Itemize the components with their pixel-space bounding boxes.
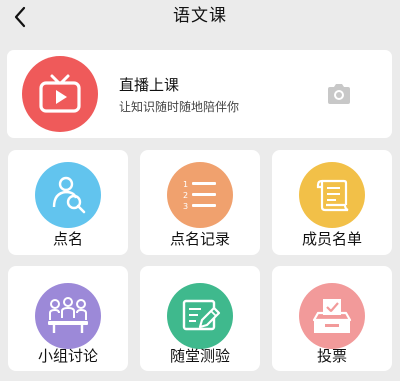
scroll-list-icon <box>299 162 365 228</box>
tile-label: 小组讨论 <box>37 347 98 365</box>
page-title: 语文课 <box>173 6 227 26</box>
tile-label: 点名记录 <box>169 230 230 248</box>
tile-member-list[interactable]: 成员名单 <box>272 150 392 255</box>
tile-label: 随堂测验 <box>169 347 230 365</box>
person-search-icon <box>35 162 101 228</box>
tv-icon <box>22 56 98 132</box>
svg-text:1: 1 <box>183 180 188 189</box>
header-bar: 语文课 <box>0 0 400 34</box>
tile-label: 成员名单 <box>301 230 362 248</box>
live-class-subtitle: 让知识随时随地陪伴你 <box>119 100 240 114</box>
live-class-title: 直播上课 <box>119 76 180 94</box>
tile-vote[interactable]: 投票 <box>272 266 392 371</box>
camera-button[interactable] <box>326 83 352 105</box>
numbered-list-icon: 1 2 3 <box>167 162 233 228</box>
camera-icon <box>328 84 350 104</box>
quiz-pen-icon <box>167 283 233 349</box>
svg-text:2: 2 <box>183 191 188 200</box>
ballot-box-icon <box>299 283 365 349</box>
group-meeting-icon <box>35 283 101 349</box>
tile-class-quiz[interactable]: 随堂测验 <box>140 266 260 371</box>
tile-roll-call[interactable]: 点名 <box>8 150 128 255</box>
tile-label: 投票 <box>316 347 347 365</box>
live-class-card[interactable]: 直播上课 让知识随时随地陪伴你 <box>7 50 392 138</box>
tile-group-discussion[interactable]: 小组讨论 <box>8 266 128 371</box>
tile-roll-call-records[interactable]: 1 2 3 点名记录 <box>140 150 260 255</box>
svg-text:3: 3 <box>183 202 188 211</box>
tile-label: 点名 <box>52 230 83 248</box>
